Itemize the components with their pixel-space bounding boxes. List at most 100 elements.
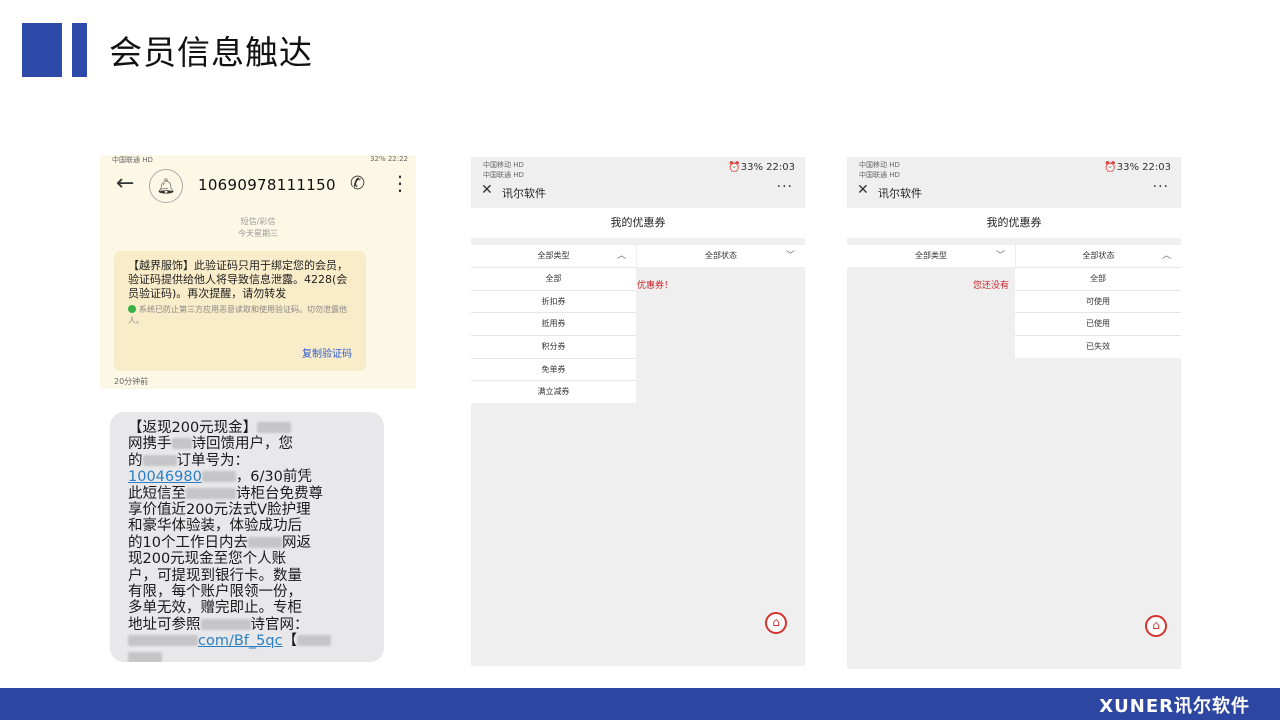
close-icon[interactable]: ✕ <box>481 182 493 198</box>
type-filter[interactable]: 全部类型 ﹀ <box>847 245 1015 267</box>
security-note: 系统已防止第三方应用恶意读取和使用验证码。切勿泄露他人。 <box>128 304 352 326</box>
phone-icon[interactable]: ✆ <box>350 173 365 194</box>
status-bar: 中国移动 HD 中国联通 HD ⏰33% 22:03 <box>847 157 1181 179</box>
battery-time: ⏰33% 22:03 <box>728 162 795 173</box>
promo-line: 享价值近200元法式V脸护理 <box>128 502 311 519</box>
type-filter-label: 全部类型 <box>537 251 570 260</box>
menu-item[interactable]: 免单券 <box>471 357 636 381</box>
redacted <box>257 422 292 433</box>
message-type: 短信/彩信 <box>240 217 276 226</box>
redacted <box>297 635 332 647</box>
promo-line: 地址可参照 <box>128 616 201 633</box>
coupon-screen-status-filter: 中国移动 HD 中国联通 HD ⏰33% 22:03 ✕ 讯尔软件 ··· 我的… <box>847 157 1181 669</box>
order-number-link[interactable]: 10046980 <box>128 469 202 485</box>
bell-icon[interactable]: 🔔︎ <box>149 169 183 203</box>
promo-line: 现200元现金至您个人账 <box>128 551 287 568</box>
menu-item[interactable]: 全部 <box>471 267 636 290</box>
empty-message: 优惠券！ <box>637 281 674 291</box>
coupon-screen-type-filter: 中国移动 HD 中国联通 HD ⏰33% 22:03 ✕ 讯尔软件 ··· 我的… <box>471 157 805 666</box>
menu-item[interactable]: 已失效 <box>1015 335 1181 358</box>
menu-item[interactable]: 抵用券 <box>471 312 636 335</box>
message-bubble: 【越界服饰】此验证码只用于绑定您的会员，验证码提供给他人将导致信息泄露。4228… <box>114 251 366 371</box>
app-top-bar: ✕ 讯尔软件 ··· <box>847 179 1181 207</box>
status-filter-label: 全部状态 <box>705 251 737 260</box>
menu-item[interactable]: 可使用 <box>1015 289 1181 313</box>
redacted <box>186 487 236 499</box>
more-horizontal-icon[interactable]: ··· <box>1153 179 1169 195</box>
status-filter[interactable]: 全部状态 ﹀ <box>636 245 805 267</box>
chevron-down-icon: ﹀ <box>785 251 795 261</box>
redacted <box>200 618 251 630</box>
message-day: 今天星期三 <box>238 229 278 238</box>
menu-item[interactable]: 积分券 <box>471 335 636 358</box>
promo-line: 有限，每个账户限领一份， <box>128 584 302 601</box>
official-site-link[interactable]: com/Bf_5qc <box>198 633 283 649</box>
sms-verification-screenshot: 中国联通 HD 32% 22:22 ← 🔔︎ 10690978111150 ✆ … <box>100 155 416 389</box>
promo-line: 网返 <box>281 534 311 551</box>
coupon-page-title: 我的优惠券 <box>847 208 1181 238</box>
carrier-label: 中国联通 HD <box>112 156 153 164</box>
chevron-up-icon: ︿ <box>1161 251 1171 261</box>
promo-line: 的10个工作日内去 <box>128 534 248 551</box>
type-dropdown-menu: 全部 折扣券 抵用券 积分券 免单券 满立减券 <box>471 267 636 404</box>
status-bar: 中国移动 HD 中国联通 HD ⏰33% 22:03 <box>471 157 805 179</box>
status-dropdown-menu: 全部 可使用 已使用 已失效 <box>1015 267 1181 358</box>
promo-line: ，6/30前凭 <box>235 469 312 486</box>
empty-message: 您还没有 <box>973 281 1010 291</box>
filter-bar: 全部类型 ︿ 全部状态 ﹀ <box>471 245 805 267</box>
app-top-bar: ✕ 讯尔软件 ··· <box>471 179 805 207</box>
copy-code-button[interactable]: 复制验证码 <box>302 345 352 360</box>
promo-line: 【 <box>282 633 298 650</box>
brand-logo: XUNER讯尔软件 <box>1099 696 1250 717</box>
page-title: 会员信息触达 <box>109 33 313 72</box>
filter-bar: 全部类型 ﹀ 全部状态 ︿ <box>847 245 1181 267</box>
message-body: 【越界服饰】此验证码只用于绑定您的会员，验证码提供给他人将导致信息泄露。4228… <box>128 259 348 300</box>
promo-line: 的 <box>128 452 143 469</box>
close-icon[interactable]: ✕ <box>857 182 869 198</box>
shield-icon <box>128 305 136 313</box>
status-filter[interactable]: 全部状态 ︿ <box>1015 245 1181 267</box>
arrow-left-icon[interactable]: ← <box>116 171 134 196</box>
redacted <box>128 635 198 647</box>
menu-item[interactable]: 全部 <box>1015 267 1181 290</box>
redacted <box>171 438 192 450</box>
promo-text: 【返现200元现金】 网携手 诗回馈用户，您 的 订单号为： 10046980 ，6/… <box>128 420 370 662</box>
message-time: 20分钟前 <box>114 377 149 386</box>
bubble-tail <box>110 648 124 662</box>
status-filter-label: 全部状态 <box>1082 251 1115 260</box>
more-horizontal-icon[interactable]: ··· <box>777 179 793 195</box>
promo-line: 此短信至 <box>128 485 186 502</box>
status-bar: 中国联通 HD 32% 22:22 <box>112 155 408 165</box>
battery-time: ⏰33% 22:03 <box>1104 162 1171 173</box>
redacted <box>247 536 282 548</box>
more-vertical-icon[interactable]: ⋮ <box>390 171 410 195</box>
home-icon[interactable]: ⌂ <box>765 612 787 634</box>
home-icon[interactable]: ⌂ <box>1145 615 1167 637</box>
redacted <box>201 471 236 483</box>
menu-item[interactable]: 折扣券 <box>471 289 636 313</box>
promo-line: 和豪华体验装，体验成功后 <box>128 518 302 535</box>
promo-line: 【返现200元现金】 <box>128 420 258 436</box>
promo-line: 诗回馈用户，您 <box>191 436 294 453</box>
coupon-page-title: 我的优惠券 <box>471 208 805 238</box>
redacted <box>128 651 162 662</box>
menu-item[interactable]: 已使用 <box>1015 312 1181 335</box>
battery-time: 32% 22:22 <box>370 155 408 163</box>
sms-promo-bubble: 【返现200元现金】 网携手 诗回馈用户，您 的 订单号为： 10046980 ，6/… <box>110 412 384 662</box>
app-name: 讯尔软件 <box>878 187 922 200</box>
app-name: 讯尔软件 <box>502 187 546 200</box>
sms-nav-bar: ← 🔔︎ 10690978111150 ✆ ⋮ <box>100 169 416 203</box>
title-accent-bar <box>22 23 62 77</box>
promo-line: 多单无效，赠完即止。专柜 <box>128 600 302 617</box>
type-filter-label: 全部类型 <box>915 251 947 260</box>
promo-line: 网携手 <box>128 436 172 453</box>
security-note-text: 系统已防止第三方应用恶意读取和使用验证码。切勿泄露他人。 <box>128 305 347 325</box>
menu-item[interactable]: 满立减券 <box>471 380 636 403</box>
title-accent-bar-thin <box>72 23 87 77</box>
type-filter[interactable]: 全部类型 ︿ <box>471 245 636 267</box>
footer-bar: XUNER讯尔软件 <box>0 688 1280 720</box>
chevron-up-icon: ︿ <box>616 251 626 261</box>
promo-line: 订单号为： <box>176 452 250 469</box>
promo-line: 户，可提现到银行卡。数量 <box>128 567 302 584</box>
promo-line: 诗柜台免费尊 <box>236 485 323 502</box>
